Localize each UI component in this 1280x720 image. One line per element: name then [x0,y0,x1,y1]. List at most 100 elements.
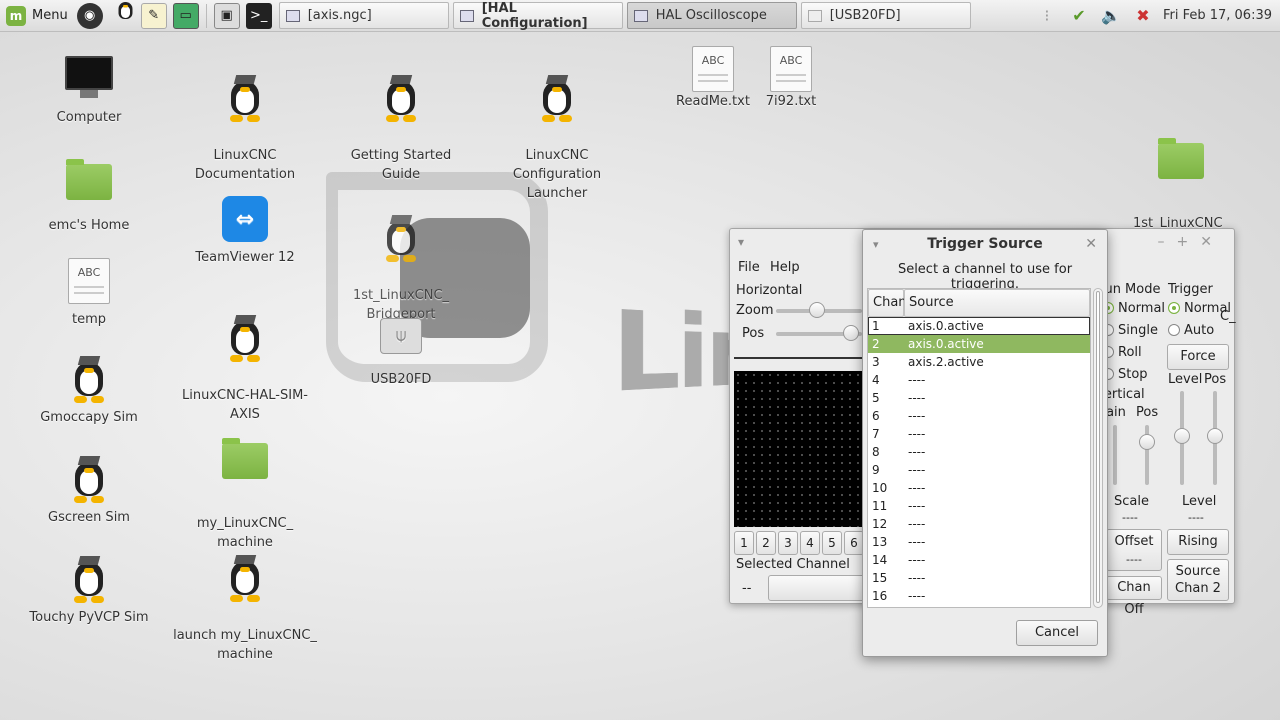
table-row[interactable]: 15 ---- [868,569,1090,587]
pos-slider-handle[interactable] [843,325,859,341]
desktop-icon-7i92[interactable]: ABC 7i92.txt [726,46,856,111]
channel-button-1[interactable]: 1 [734,531,754,555]
task-label: [HAL Configuration] [481,0,588,31]
icon-label: 7i92.txt [765,94,817,109]
text-editor-launcher-icon[interactable]: ✎ [140,2,167,29]
trigger-source-dialog: ▾ Trigger Source ✕ Select a channel to u… [862,229,1108,657]
window-menu-icon[interactable]: ▾ [873,238,879,251]
update-shield-icon[interactable]: ✔ [1067,4,1091,28]
channel-button-4[interactable]: 4 [800,531,820,555]
row-source: ---- [908,427,926,441]
column-header-chan[interactable]: Chan [868,289,907,317]
scrollbar-thumb[interactable] [1096,291,1100,603]
record-indicator [734,357,866,359]
drive-icon [807,9,822,22]
radio-icon [1168,324,1180,336]
desktop-icon-config-launcher[interactable]: LinuxCNC Configuration Launcher [492,56,622,222]
menu-help[interactable]: Help [770,260,800,275]
volume-icon[interactable]: 🔈 [1099,4,1123,28]
desktop-icon-launch-machine[interactable]: launch my_LinuxCNC_ machine [170,536,320,683]
more-icon[interactable]: ⁝ [1035,4,1059,28]
table-row[interactable]: 8 ---- [868,443,1090,461]
table-row[interactable]: 10 ---- [868,479,1090,497]
table-row[interactable]: 3 axis.2.active [868,353,1090,371]
run-single-radio[interactable]: Single [1102,323,1158,338]
channel-button-2[interactable]: 2 [756,531,776,555]
channel-name-field[interactable] [768,575,868,601]
dialog-titlebar[interactable]: ▾ Trigger Source ✕ [863,230,1107,258]
source-button[interactable]: Source Chan 2 [1167,559,1229,601]
task-axis-ngc[interactable]: [axis.ngc] [278,2,449,29]
trigger-pos-handle[interactable] [1207,428,1223,444]
row-source: ---- [908,481,926,495]
channel-button-3[interactable]: 3 [778,531,798,555]
menu-file[interactable]: File [738,260,760,275]
table-row[interactable]: 4 ---- [868,371,1090,389]
menu-button[interactable]: m Menu [0,0,74,32]
linuxcnc-launcher-icon[interactable] [109,1,135,29]
table-row[interactable]: 7 ---- [868,425,1090,443]
table-row[interactable]: 13 ---- [868,533,1090,551]
table-row[interactable]: 6 ---- [868,407,1090,425]
task-hal-configuration[interactable]: [HAL Configuration] [452,0,623,31]
desktop-icon-linuxcnc-docs[interactable]: LinuxCNC Documentation [180,56,310,203]
window-menu-icon[interactable]: ▾ [738,235,744,249]
desktop-icon-home[interactable]: emc's Home [24,158,154,235]
desktop-icon-teamviewer[interactable]: ⇔ TeamViewer 12 [180,196,310,267]
cancel-button[interactable]: Cancel [1016,620,1098,646]
desktop-icon-temp[interactable]: ABC temp [24,258,154,329]
desktop-icon-gmoccapy[interactable]: Gmoccapy Sim [24,356,154,427]
task-usb20fd[interactable]: [USB20FD] [800,2,971,29]
channel-button-6[interactable]: 6 [844,531,864,555]
chan-off-button[interactable]: Chan Off [1106,576,1162,617]
scale-value: ---- [1122,511,1138,524]
table-row[interactable]: 1 axis.0.active [868,317,1090,335]
trigger-level-handle[interactable] [1174,428,1190,444]
browser-launcher-icon[interactable]: ◉ [76,2,103,29]
linuxcnc-penguin-icon [377,215,425,263]
table-row[interactable]: 5 ---- [868,389,1090,407]
zoom-slider-handle[interactable] [809,302,825,318]
table-row[interactable]: 9 ---- [868,461,1090,479]
row-chan: 16 [872,589,888,603]
panel-separator [205,3,207,28]
icon-label: Touchy PyVCP Sim [29,610,149,625]
channel-button-5[interactable]: 5 [822,531,842,555]
run-stop-radio[interactable]: Stop [1102,367,1148,382]
row-chan: 10 [872,481,888,495]
terminal-launcher-icon[interactable]: >_ [245,2,272,29]
desktop-icon-gscreen[interactable]: Gscreen Sim [24,456,154,527]
network-disconnected-icon[interactable]: ✖ [1131,4,1155,28]
trigger-auto-radio[interactable]: Auto [1168,323,1214,338]
desktop-icon-touchy[interactable]: Touchy PyVCP Sim [24,556,154,627]
table-row[interactable]: 14 ---- [868,551,1090,569]
run-normal-radio[interactable]: Normal [1102,301,1165,316]
show-desktop-icon[interactable]: ▣ [213,2,240,29]
trigger-label: Trigger [1168,282,1213,297]
desktop-icon-getting-started[interactable]: Getting Started Guide [336,56,466,203]
trigger-edge-text: C_ [1220,309,1236,324]
table-row[interactable]: 16 ---- [868,587,1090,605]
desktop-icon-usb[interactable]: ⍦ USB20FD [336,318,466,389]
row-chan: 3 [872,355,880,369]
icon-label: TeamViewer 12 [195,250,295,265]
desktop-icon-computer[interactable]: Computer [24,56,154,127]
offset-button[interactable]: Offset ---- [1106,529,1162,571]
table-scrollbar[interactable] [1093,288,1103,608]
table-row[interactable]: 12 ---- [868,515,1090,533]
channel-table: Chan Source 1 axis.0.active 2 axis.0.active… [867,288,1091,608]
table-row[interactable]: 2 axis.0.active [868,335,1090,353]
task-hal-oscilloscope[interactable]: HAL Oscilloscope [626,2,797,29]
column-header-source[interactable]: Source [904,289,1090,317]
menu-label: Menu [32,8,68,23]
table-row[interactable]: 11 ---- [868,497,1090,515]
desktop-launcher-icon[interactable]: ▭ [172,2,199,29]
vertical-pos-handle[interactable] [1139,434,1155,450]
scope-display[interactable] [734,371,866,527]
window-controls[interactable]: –+✕ [1158,234,1224,250]
clock[interactable]: Fri Feb 17, 06:39 [1163,8,1272,23]
gain-slider[interactable] [1113,425,1117,485]
force-button[interactable]: Force [1167,344,1229,370]
rising-button[interactable]: Rising [1167,529,1229,555]
close-icon[interactable]: ✕ [1085,236,1097,252]
